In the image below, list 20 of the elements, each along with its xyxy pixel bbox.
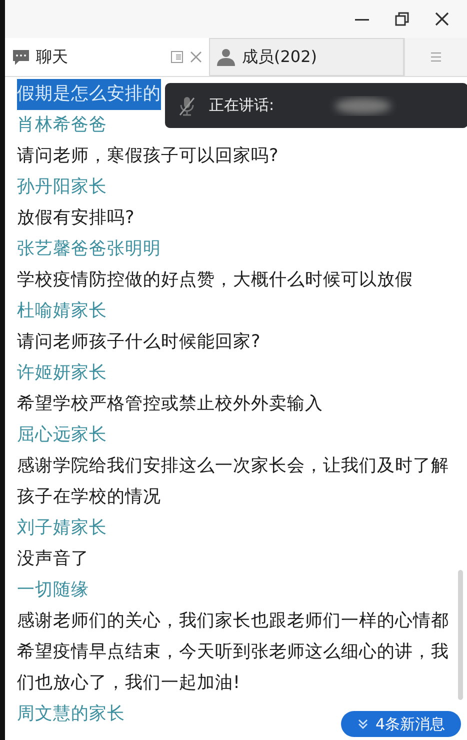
sender-name: 杜喻婧家长 bbox=[17, 300, 107, 323]
tab[interactable]: 成员(202) bbox=[209, 38, 404, 76]
selected-message-text: 假期是怎么安排的 bbox=[17, 79, 161, 110]
close-tab-icon[interactable] bbox=[190, 51, 202, 63]
new-messages-button[interactable]: 4条新消息 bbox=[341, 711, 461, 737]
muted-mic-icon bbox=[179, 94, 195, 116]
sender-name: 周文慧的家长 bbox=[17, 703, 125, 726]
sender-name: 孙丹阳家长 bbox=[17, 176, 107, 199]
sender-name: 张艺馨爸爸张明明 bbox=[17, 238, 161, 261]
menu-icon[interactable] bbox=[430, 51, 442, 63]
sender-name: 许姬妍家长 bbox=[17, 362, 107, 385]
detach-icon[interactable] bbox=[170, 50, 184, 64]
chat-icon bbox=[12, 48, 30, 66]
sender-name: 刘子婧家长 bbox=[17, 517, 107, 540]
sender-name: 一切随缘 bbox=[17, 579, 89, 602]
sender-name: 屈心远家长 bbox=[17, 424, 107, 447]
sender-name: 肖林希爸爸 bbox=[17, 114, 107, 137]
person-icon bbox=[216, 48, 236, 66]
double-chevron-icon bbox=[357, 718, 370, 730]
speaking-label: 正在讲话: bbox=[209, 96, 274, 115]
